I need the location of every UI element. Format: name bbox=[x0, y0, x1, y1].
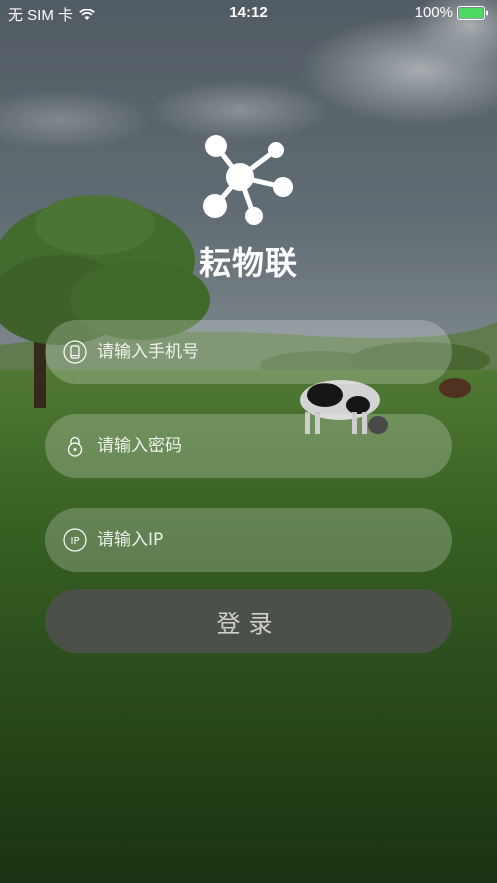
status-bar: 无 SIM 卡 14:12 100% bbox=[0, 0, 497, 26]
phone-icon bbox=[63, 340, 87, 364]
login-button[interactable]: 登录 bbox=[45, 589, 452, 653]
password-field[interactable] bbox=[45, 414, 452, 478]
password-input[interactable] bbox=[97, 426, 452, 466]
battery-icon bbox=[457, 5, 488, 20]
ip-icon-label: IP bbox=[71, 536, 80, 547]
battery-status: 100% bbox=[415, 4, 489, 21]
login-screen: 无 SIM 卡 14:12 100% 耘物联 请输入手机号 IP 请输入IP 登… bbox=[0, 0, 497, 883]
phone-field[interactable] bbox=[45, 320, 452, 384]
ip-icon: IP bbox=[63, 528, 87, 552]
network-molecule-icon bbox=[203, 135, 293, 225]
brand-name: 耘物联 bbox=[198, 245, 298, 281]
phone-input[interactable] bbox=[97, 332, 452, 372]
ip-field[interactable]: IP bbox=[45, 508, 452, 572]
ip-input[interactable] bbox=[97, 520, 452, 560]
battery-percent: 100% bbox=[414, 4, 453, 21]
lock-icon bbox=[63, 434, 87, 458]
